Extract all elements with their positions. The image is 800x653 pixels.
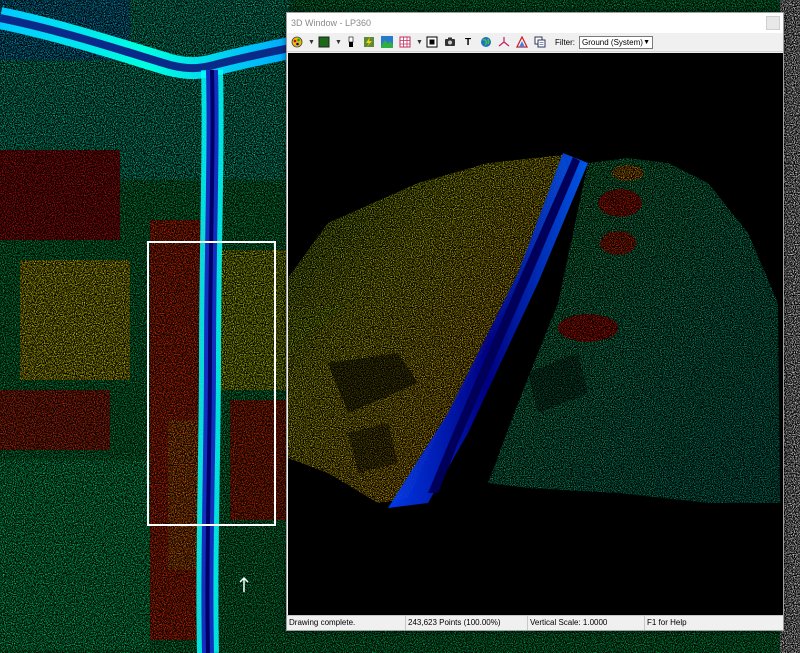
3d-window[interactable]: 3D Window - LP360 ▼ ▼ ▼ T Filter: Ground…: [286, 12, 784, 631]
triangle-icon[interactable]: [515, 35, 529, 49]
filter-value: Ground (System): [582, 37, 643, 47]
status-message: Drawing complete.: [287, 616, 406, 630]
close-button[interactable]: [766, 16, 780, 30]
terrain-icon[interactable]: [380, 35, 394, 49]
toolbar: ▼ ▼ ▼ T Filter: Ground (System) ▼: [287, 33, 783, 52]
grid-icon[interactable]: [398, 35, 412, 49]
status-bar: Drawing complete. 243,623 Points (100.00…: [287, 615, 783, 630]
status-points: 243,623 Points (100.00%): [406, 616, 528, 630]
bolt-icon[interactable]: [362, 35, 376, 49]
scale-bar-icon[interactable]: [344, 35, 358, 49]
display-mode-icon[interactable]: [317, 35, 331, 49]
color-palette-icon[interactable]: [290, 35, 304, 49]
copy-icon[interactable]: [533, 35, 547, 49]
text-icon[interactable]: T: [461, 35, 475, 49]
point-cloud-render: [288, 153, 780, 508]
chevron-down-icon[interactable]: ▼: [335, 39, 342, 46]
chevron-down-icon[interactable]: ▼: [416, 39, 423, 46]
status-vertical-scale: Vertical Scale: 1.0000: [528, 616, 645, 630]
chevron-down-icon[interactable]: ▼: [308, 39, 315, 46]
window-title: 3D Window - LP360: [291, 18, 372, 28]
chevron-down-icon: ▼: [643, 38, 650, 46]
3d-viewport[interactable]: [288, 53, 783, 616]
fit-extent-icon[interactable]: [425, 35, 439, 49]
status-help: F1 for Help: [647, 618, 687, 627]
filter-label: Filter:: [555, 37, 575, 47]
title-bar[interactable]: 3D Window - LP360: [287, 13, 783, 33]
filter-dropdown[interactable]: Ground (System) ▼: [579, 35, 653, 49]
globe-icon[interactable]: [479, 35, 493, 49]
camera-icon[interactable]: [443, 35, 457, 49]
axis-icon[interactable]: [497, 35, 511, 49]
